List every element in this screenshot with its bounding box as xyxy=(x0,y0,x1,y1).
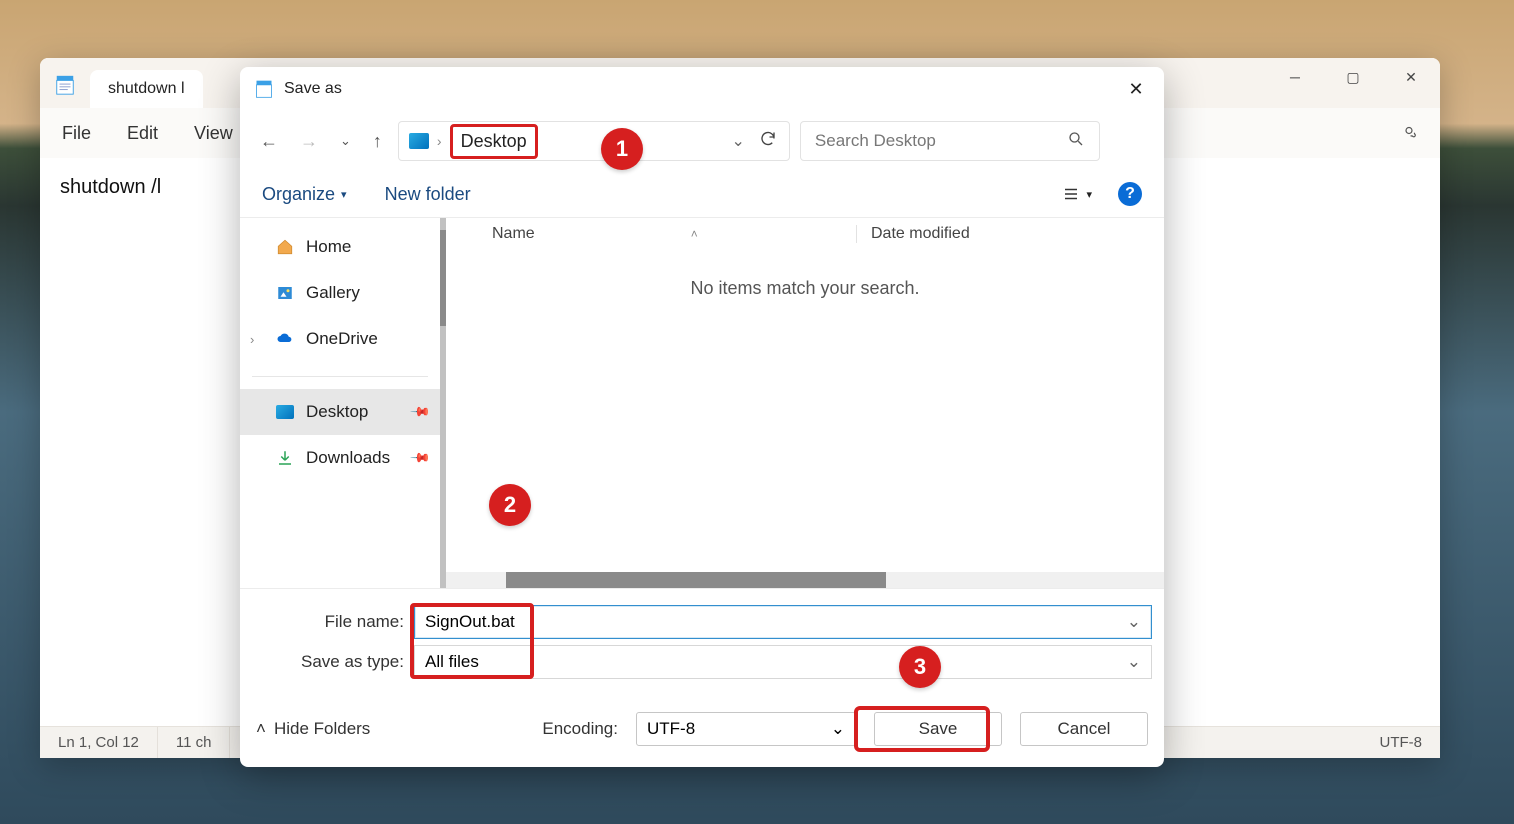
nav-label: Desktop xyxy=(306,402,368,422)
filename-value: SignOut.bat xyxy=(425,612,515,632)
notepad-app-icon xyxy=(54,74,76,96)
status-cursor: Ln 1, Col 12 xyxy=(40,727,158,758)
chevron-up-icon: ˄ xyxy=(256,719,266,739)
notepad-tab[interactable]: shutdown l xyxy=(90,70,203,108)
search-placeholder: Search Desktop xyxy=(815,131,936,151)
refresh-icon[interactable] xyxy=(759,130,777,153)
nav-row: ← → ⌄ ↑ › Desktop ⌄ Search Desktop xyxy=(240,111,1164,171)
cancel-button[interactable]: Cancel xyxy=(1020,712,1148,746)
filename-label: File name: xyxy=(252,612,414,632)
close-button[interactable]: ✕ xyxy=(1114,73,1158,105)
home-icon xyxy=(276,238,294,256)
fields-area: File name: SignOut.bat ⌄ Save as type: A… xyxy=(240,589,1164,691)
up-arrow-icon[interactable]: ↑ xyxy=(373,131,382,152)
toolbar-row: Organize ▾ New folder ▾ ? xyxy=(240,171,1164,217)
view-button[interactable]: ▾ xyxy=(1062,185,1092,203)
pin-icon: 📌 xyxy=(409,401,432,424)
gallery-icon xyxy=(276,284,294,302)
nav-divider xyxy=(252,376,428,377)
search-input[interactable]: Search Desktop xyxy=(800,121,1100,161)
pin-icon: 📌 xyxy=(409,447,432,470)
organize-button[interactable]: Organize ▾ xyxy=(262,184,347,205)
annotation-callout-2: 2 xyxy=(489,484,531,526)
nav-item-onedrive[interactable]: › OneDrive xyxy=(240,316,440,362)
breadcrumb-separator-icon: › xyxy=(437,133,442,149)
empty-message: No items match your search. xyxy=(446,278,1164,299)
onedrive-icon xyxy=(276,330,294,348)
menu-view[interactable]: View xyxy=(194,123,233,144)
nav-item-desktop[interactable]: Desktop 📌 xyxy=(240,389,440,435)
sort-indicator-icon: ˄ xyxy=(691,227,698,241)
help-button[interactable]: ? xyxy=(1118,182,1142,206)
chevron-down-icon: ▾ xyxy=(341,188,347,201)
chevron-right-icon[interactable]: › xyxy=(250,332,254,347)
nav-label: Gallery xyxy=(306,283,360,303)
menu-edit[interactable]: Edit xyxy=(127,123,158,144)
save-button[interactable]: Save xyxy=(874,712,1002,746)
status-encoding: UTF-8 xyxy=(1362,727,1441,758)
scroll-thumb[interactable] xyxy=(506,572,886,588)
filetype-select[interactable]: All files ⌄ xyxy=(414,645,1152,679)
hide-folders-button[interactable]: ˄ Hide Folders xyxy=(256,719,370,739)
organize-label: Organize xyxy=(262,184,335,205)
horizontal-scrollbar[interactable] xyxy=(446,572,1164,588)
chevron-down-icon[interactable]: ⌄ xyxy=(1127,652,1141,672)
navigation-pane: Home Gallery › OneDrive Desktop 📌 Downlo… xyxy=(240,218,446,588)
recent-chevron-icon[interactable]: ⌄ xyxy=(340,133,351,149)
close-button[interactable]: ✕ xyxy=(1382,58,1440,96)
column-headers: Name ˄ Date modified xyxy=(446,218,1164,250)
back-arrow-icon[interactable]: ← xyxy=(260,131,278,152)
maximize-button[interactable]: ▢ xyxy=(1324,58,1382,96)
new-folder-button[interactable]: New folder xyxy=(385,184,471,205)
saveas-titlebar: Save as ✕ xyxy=(240,67,1164,111)
encoding-label: Encoding: xyxy=(542,719,618,739)
nav-item-downloads[interactable]: Downloads 📌 xyxy=(240,435,440,481)
filetype-value: All files xyxy=(425,652,479,672)
nav-label: Home xyxy=(306,237,351,257)
hide-folders-label: Hide Folders xyxy=(274,719,370,739)
filetype-label: Save as type: xyxy=(252,652,414,672)
save-label: Save xyxy=(919,719,958,739)
nav-label: OneDrive xyxy=(306,329,378,349)
notepad-icon xyxy=(254,79,274,99)
menu-file[interactable]: File xyxy=(62,123,91,144)
chevron-down-icon: ⌄ xyxy=(831,719,845,739)
encoding-select[interactable]: UTF-8 ⌄ xyxy=(636,712,856,746)
bottom-row: ˄ Hide Folders Encoding: UTF-8 ⌄ Save Ca… xyxy=(240,691,1164,767)
content-area: Home Gallery › OneDrive Desktop 📌 Downlo… xyxy=(240,217,1164,589)
filename-input[interactable]: SignOut.bat ⌄ xyxy=(414,605,1152,639)
nav-item-home[interactable]: Home xyxy=(240,224,440,270)
chevron-down-icon[interactable]: ⌄ xyxy=(1127,612,1141,632)
saveas-dialog: Save as ✕ ← → ⌄ ↑ › Desktop ⌄ Search Des… xyxy=(240,67,1164,767)
breadcrumb-desktop[interactable]: Desktop xyxy=(450,124,538,159)
desktop-icon xyxy=(409,133,429,149)
annotation-callout-1: 1 xyxy=(601,128,643,170)
forward-arrow-icon[interactable]: → xyxy=(300,131,318,152)
notepad-tab-label: shutdown l xyxy=(108,80,185,97)
status-chars: 11 ch xyxy=(158,727,231,758)
encoding-value: UTF-8 xyxy=(647,719,695,739)
file-list-area: Name ˄ Date modified No items match your… xyxy=(446,218,1164,588)
annotation-callout-3: 3 xyxy=(899,646,941,688)
nav-label: Downloads xyxy=(306,448,390,468)
notepad-content: shutdown /l xyxy=(60,176,161,198)
address-bar[interactable]: › Desktop ⌄ xyxy=(398,121,790,161)
column-name[interactable]: Name xyxy=(492,225,535,243)
saveas-title: Save as xyxy=(284,80,342,98)
cancel-label: Cancel xyxy=(1058,719,1111,739)
column-date[interactable]: Date modified xyxy=(856,225,1164,243)
desktop-icon xyxy=(276,405,294,419)
nav-item-gallery[interactable]: Gallery xyxy=(240,270,440,316)
address-dropdown-icon[interactable]: ⌄ xyxy=(732,131,745,151)
settings-gear-icon[interactable] xyxy=(1400,122,1418,145)
notepad-window-controls: ─ ▢ ✕ xyxy=(1266,58,1440,96)
chevron-down-icon: ▾ xyxy=(1086,188,1092,201)
download-icon xyxy=(276,449,294,467)
minimize-button[interactable]: ─ xyxy=(1266,58,1324,96)
search-icon xyxy=(1067,130,1085,153)
